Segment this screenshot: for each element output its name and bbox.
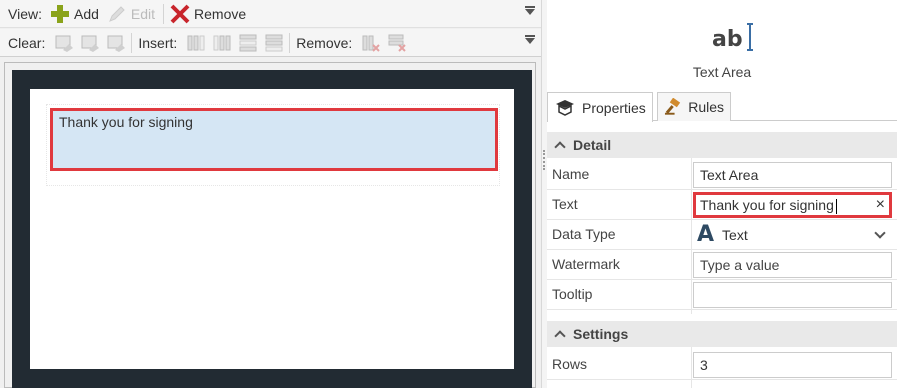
text-field[interactable]: Thank you for signing × — [693, 192, 892, 218]
gavel-icon — [664, 98, 681, 115]
data-type-select[interactable]: A Text — [693, 222, 892, 248]
chevron-down-icon — [874, 227, 886, 239]
chevron-up-icon — [555, 140, 565, 150]
x-icon — [170, 4, 190, 23]
tab-properties[interactable]: Properties — [547, 92, 653, 122]
toolbar-overflow-icon[interactable] — [525, 6, 535, 15]
watermark-label: Watermark — [552, 256, 620, 272]
property-row-data-type: Data Type A Text — [547, 220, 897, 250]
chevron-up-icon — [555, 329, 565, 339]
splitter-grip-icon[interactable] — [543, 150, 545, 170]
tooltip-label: Tooltip — [552, 286, 593, 302]
view-toolbar: View: Add Edit Remove — [0, 0, 543, 28]
designer-area: View: Add Edit Remove Clear: Insert: Rem… — [0, 0, 543, 388]
name-value: Text Area — [700, 167, 759, 183]
watermark-field[interactable]: Type a value — [693, 252, 892, 278]
rows-label: Rows — [552, 356, 588, 372]
property-row-name: Name Text Area — [547, 160, 897, 190]
remove-button[interactable]: Remove — [170, 4, 246, 24]
properties-panel: ab Text Area Properties Rules Detail Nam… — [547, 0, 897, 388]
remove-label: Remove — [194, 5, 247, 22]
rows-field[interactable]: 3 — [693, 352, 892, 378]
layout-toolbar: Clear: Insert: Remove: — [0, 29, 543, 57]
insert-row-above-icon[interactable] — [237, 33, 259, 53]
edit-button[interactable]: Edit — [107, 4, 155, 24]
watermark-placeholder: Type a value — [700, 257, 780, 273]
panel-tabs: Properties Rules — [547, 92, 897, 122]
detail-section-header[interactable]: Detail — [547, 132, 897, 158]
clear-cell-icon[interactable] — [53, 33, 75, 53]
property-row-text: Text Thank you for signing × — [547, 190, 897, 220]
property-row-tooltip: Tooltip — [547, 280, 897, 310]
tooltip-field[interactable] — [693, 282, 892, 308]
grad-cap-icon — [556, 99, 574, 116]
pencil-icon — [109, 5, 125, 22]
name-label: Name — [552, 166, 590, 182]
view-label: View: — [8, 5, 42, 22]
clear-label: Clear: — [8, 34, 46, 51]
text-label: Text — [552, 196, 578, 212]
remove-layout-label: Remove: — [296, 34, 353, 51]
insert-column-right-icon[interactable] — [211, 33, 233, 53]
rows-value: 3 — [700, 357, 708, 373]
text-area-icon: ab — [712, 23, 753, 52]
insert-row-below-icon[interactable] — [263, 33, 285, 53]
insert-label: Insert: — [138, 34, 178, 51]
remove-column-icon[interactable] — [360, 33, 382, 53]
insert-column-left-icon[interactable] — [185, 33, 207, 53]
data-type-label: Data Type — [552, 226, 616, 242]
clear-row-icon[interactable] — [79, 33, 101, 53]
toolbar-divider — [131, 32, 133, 53]
data-type-value: Text — [722, 227, 748, 243]
clear-icon[interactable]: × — [876, 196, 885, 214]
clear-table-icon[interactable] — [105, 33, 127, 53]
settings-section-header[interactable]: Settings — [547, 321, 897, 347]
add-button[interactable]: Add — [50, 4, 99, 24]
name-field[interactable]: Text Area — [693, 162, 892, 188]
text-value: Thank you for signing — [700, 197, 834, 213]
text-cursor — [835, 198, 837, 214]
property-row-rows: Rows 3 — [547, 350, 897, 380]
add-label: Add — [73, 5, 99, 22]
toolbar-divider — [289, 32, 291, 53]
tab-rules[interactable]: Rules — [657, 92, 731, 121]
text-area-icon-text: ab — [712, 27, 743, 52]
text-area-text: Thank you for signing — [59, 114, 193, 130]
plus-icon — [50, 4, 69, 23]
tab-rules-label: Rules — [688, 99, 724, 115]
edit-label: Edit — [130, 5, 156, 22]
text-area-control[interactable]: Thank you for signing — [50, 108, 498, 171]
toolbar-divider — [163, 3, 165, 24]
tab-properties-label: Properties — [582, 99, 646, 116]
toolbar-overflow-icon[interactable] — [525, 35, 535, 44]
control-type-title: Text Area — [692, 64, 752, 80]
settings-section-label: Settings — [573, 326, 629, 342]
detail-section-label: Detail — [573, 137, 612, 153]
remove-row-icon[interactable] — [386, 33, 408, 53]
text-type-icon: A — [697, 222, 715, 247]
property-row-watermark: Watermark Type a value — [547, 250, 897, 280]
